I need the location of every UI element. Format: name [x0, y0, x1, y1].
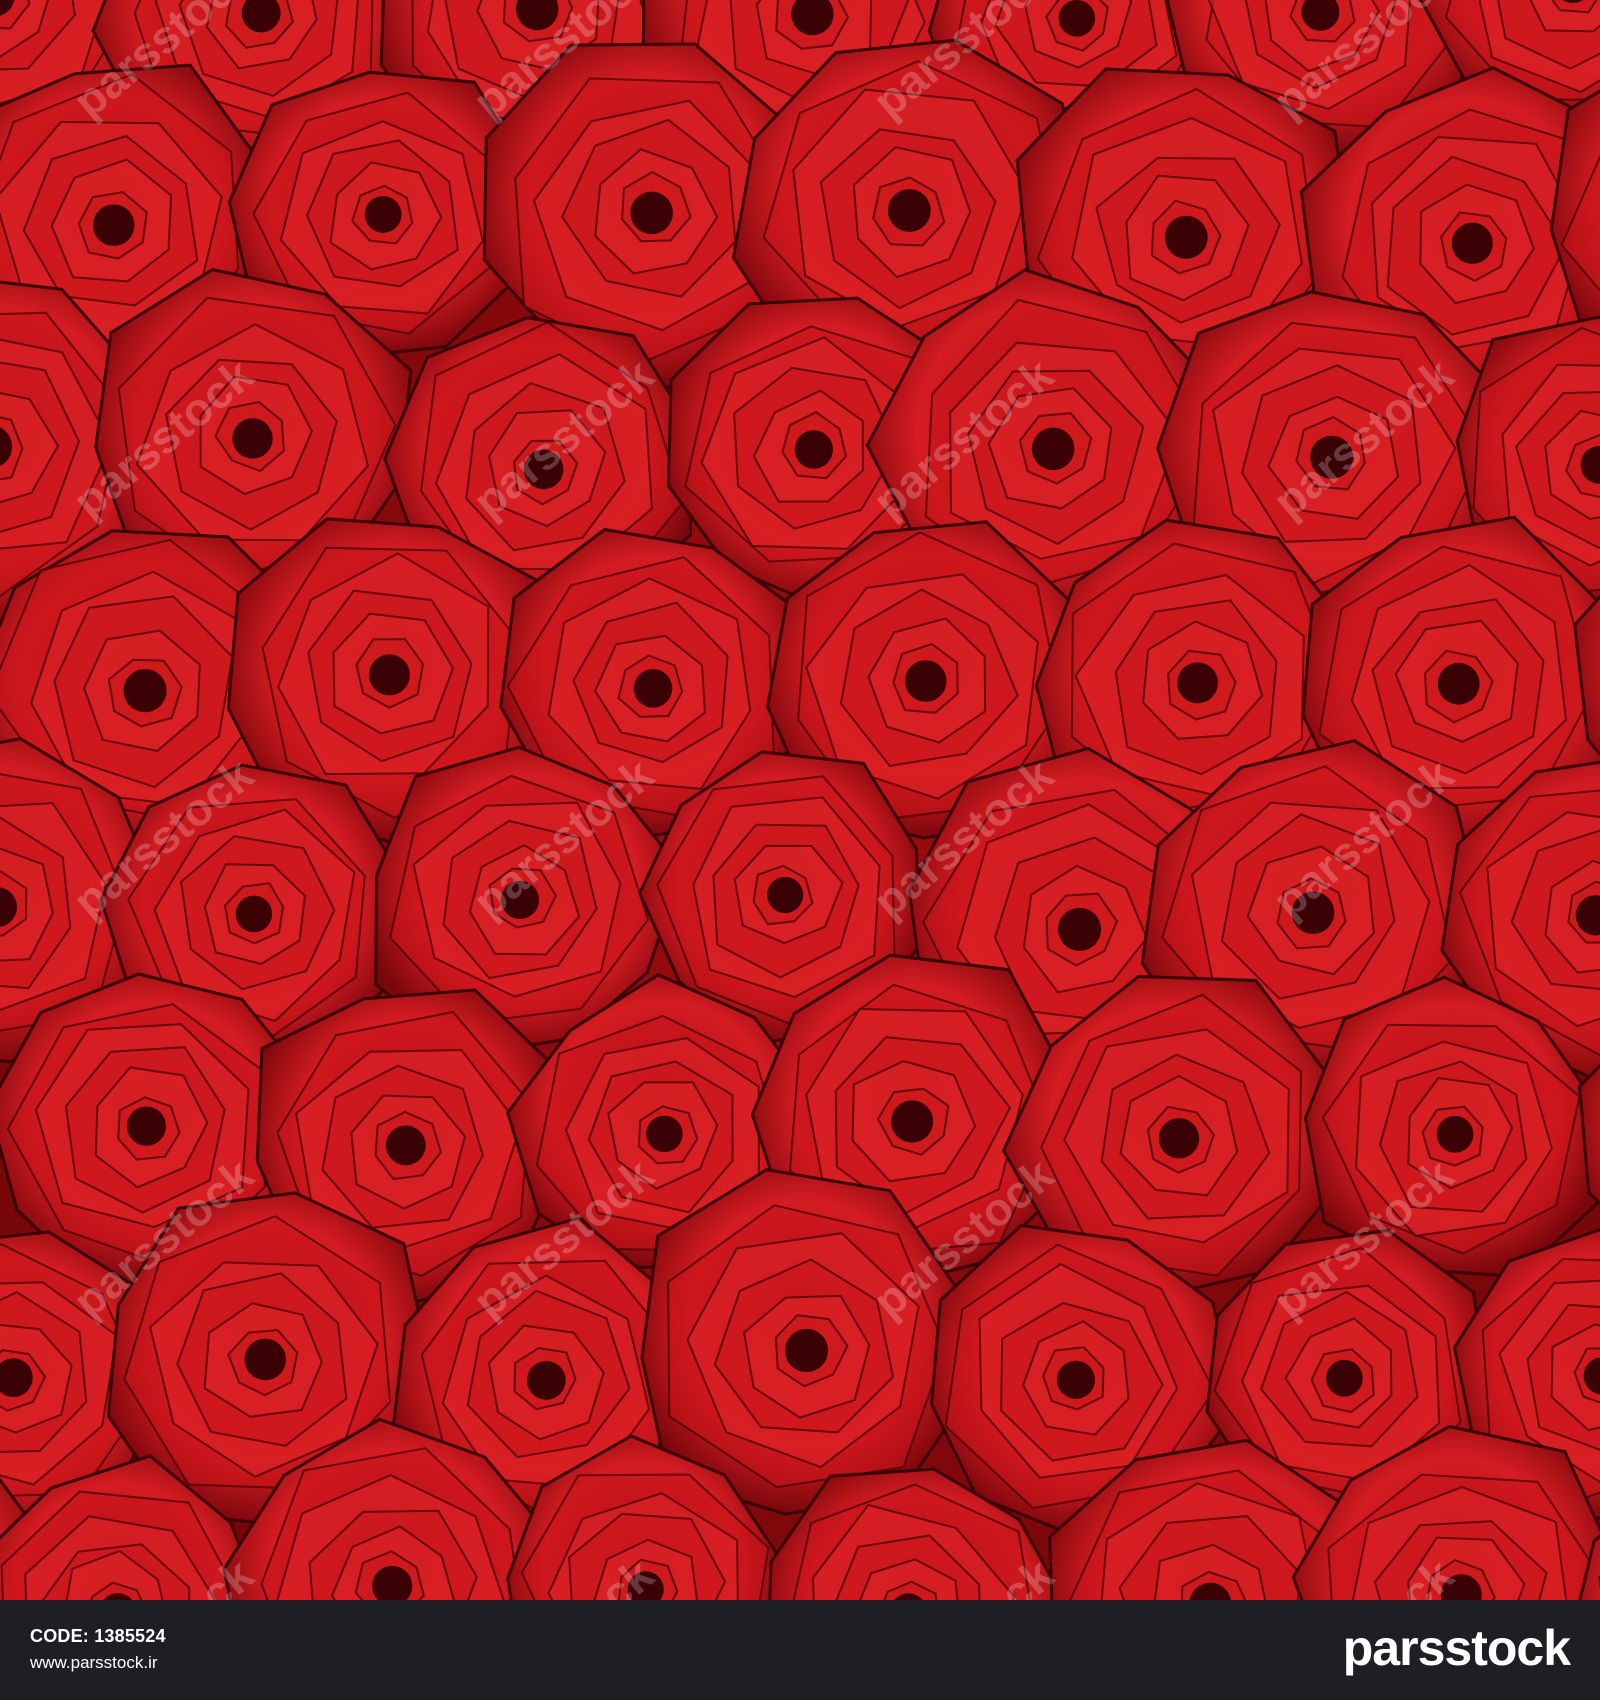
rose-center	[123, 669, 167, 713]
rose-center	[646, 1115, 683, 1153]
image-code: CODE: 1385524	[30, 1626, 166, 1647]
rose-center	[368, 654, 410, 696]
roses-photo: parsstock parsstock parsstock parsstock pars…	[0, 0, 1600, 1600]
rose-center	[890, 1100, 934, 1143]
image-footer: CODE: 1385524 www.parsstock.ir parsstock	[0, 1600, 1600, 1700]
rose-center	[126, 1106, 167, 1146]
site-url[interactable]: www.parsstock.ir	[30, 1653, 158, 1673]
rose-center	[232, 418, 273, 459]
rose-center	[630, 191, 673, 235]
rose-center	[1031, 427, 1075, 471]
rose-center	[526, 1360, 566, 1400]
rose-center	[1326, 1359, 1363, 1397]
rose-center	[364, 196, 402, 233]
stock-photo-page: parsstock parsstock parsstock parsstock pars…	[0, 0, 1600, 1700]
rose-center	[1451, 222, 1493, 264]
code-value: 1385524	[94, 1626, 166, 1646]
rose-center	[633, 669, 673, 708]
rose-center	[1158, 1118, 1200, 1159]
rose-center	[904, 660, 947, 702]
rose-center	[784, 1328, 829, 1373]
rose-center	[1177, 662, 1218, 704]
code-label: CODE:	[30, 1626, 89, 1646]
rose-center	[1057, 907, 1102, 951]
rose-center	[92, 204, 135, 246]
rose-center	[767, 876, 804, 914]
rose-center	[244, 1338, 287, 1381]
rose-center	[794, 430, 833, 469]
rose-center	[1056, 1360, 1095, 1399]
roses-illustration: parsstock parsstock parsstock parsstockpars…	[0, 0, 1600, 1600]
rose-center	[1437, 662, 1480, 705]
parsstock-logo[interactable]: parsstock	[1343, 1620, 1571, 1676]
rose-center	[1436, 1115, 1474, 1153]
rose-center	[1058, 0, 1096, 37]
rose-center	[385, 1125, 426, 1166]
rose-center	[235, 895, 273, 933]
rose-center	[1164, 215, 1208, 259]
rose-center	[887, 189, 931, 232]
